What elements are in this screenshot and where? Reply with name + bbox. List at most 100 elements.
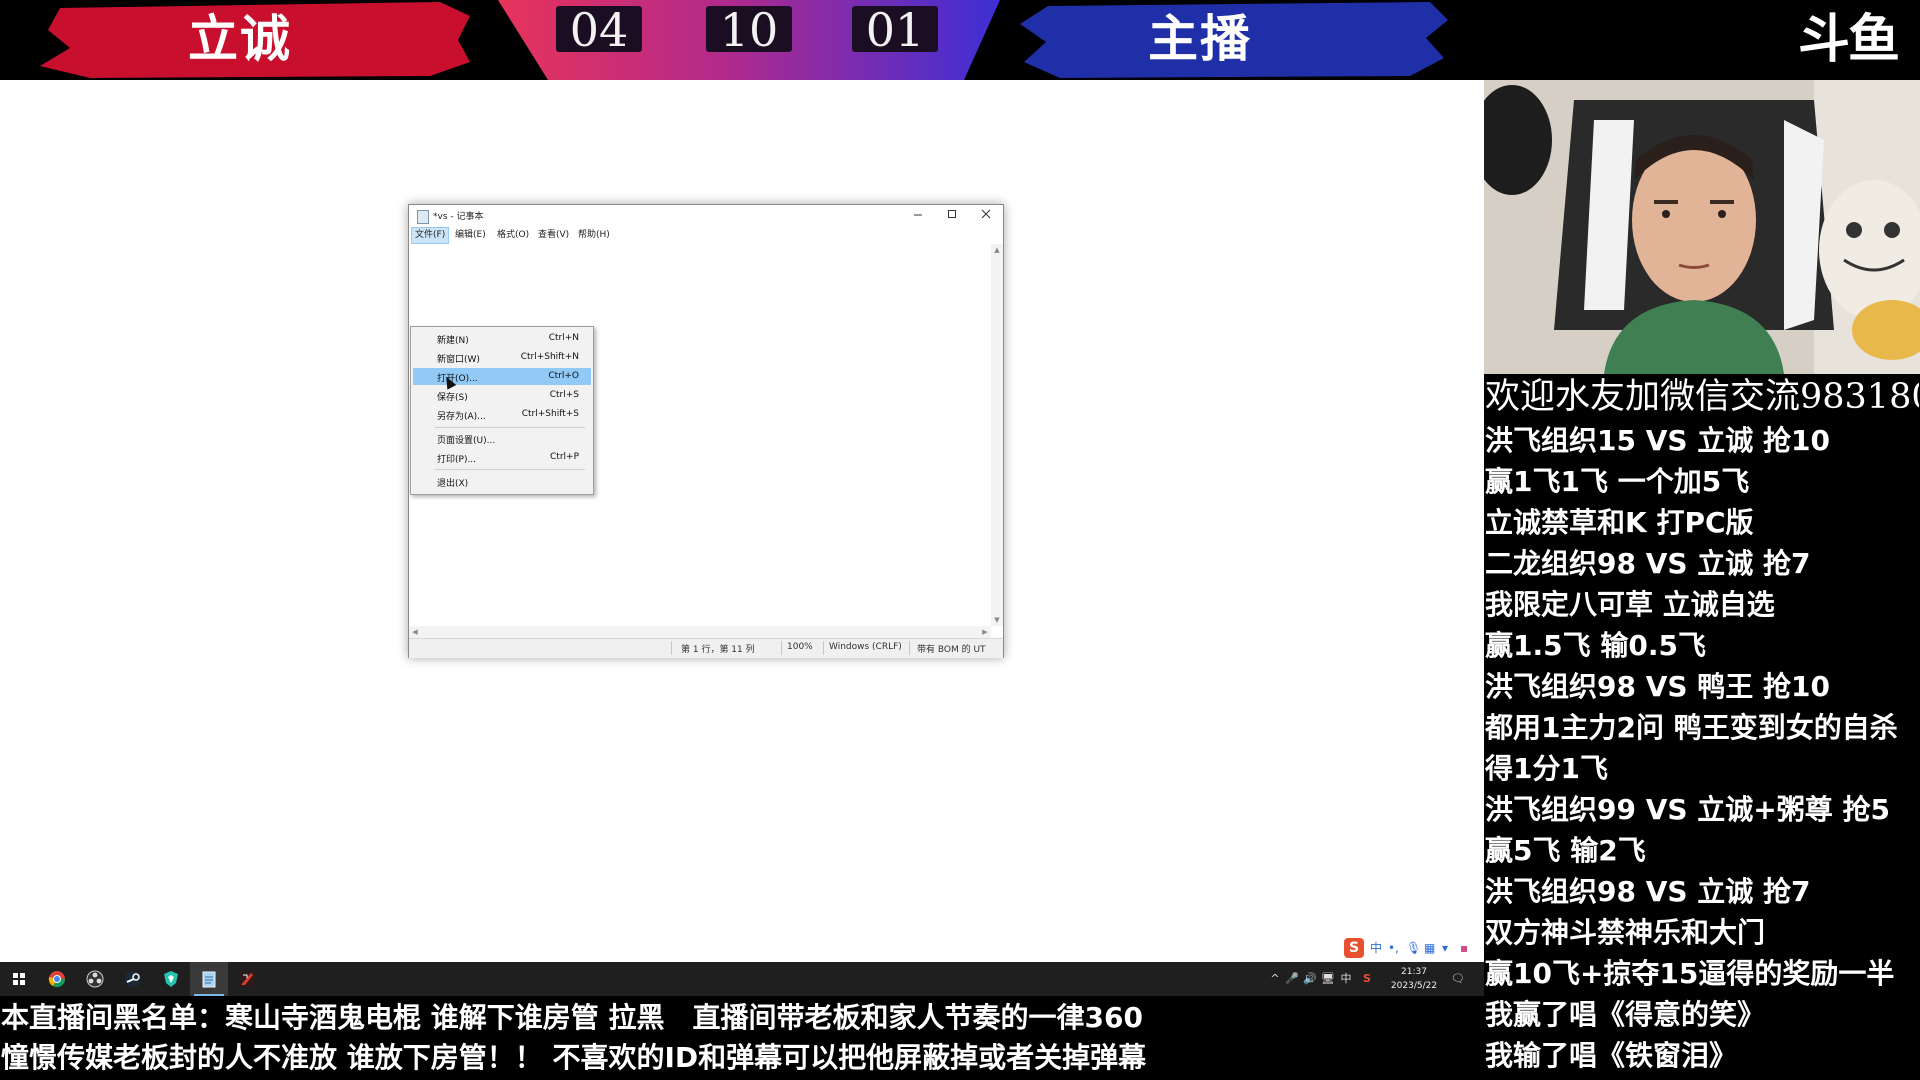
rule-line: 赢1飞1飞 一个加5飞 [1485, 465, 1750, 498]
horizontal-scrollbar[interactable]: ◀ ▶ [409, 626, 991, 638]
obs-icon [86, 970, 104, 988]
status-position: 第 1 行，第 11 列 [681, 645, 755, 655]
taskbar-chrome[interactable] [38, 962, 76, 996]
minimize-button[interactable] [901, 205, 935, 227]
streamer-webcam [1484, 80, 1920, 374]
rule-line: 立诚禁草和K 打PC版 [1485, 506, 1754, 539]
status-separator [781, 641, 782, 655]
score-left: 04 [556, 6, 642, 54]
rule-line: 我赢了唱《得意的笑》 [1485, 998, 1766, 1031]
score-right: 01 [852, 6, 938, 54]
windows-taskbar: ^ 🎤 🔊 🖥 中 S 21:37 2023/5/22 🗨 [0, 962, 1484, 996]
skin-icon[interactable]: ▾ [1442, 939, 1448, 957]
team-left-name: 立诚 [188, 10, 292, 68]
rule-line: 我限定八可草 立诚自选 [1485, 588, 1775, 621]
taskbar-obs[interactable] [76, 962, 114, 996]
tray-volume-icon[interactable]: 🔊 [1302, 962, 1318, 996]
team-right-name: 主播 [1148, 10, 1252, 68]
scroll-left-icon[interactable]: ◀ [409, 626, 421, 638]
keyboard-icon[interactable]: ▦ [1424, 939, 1435, 957]
menu-item-save-as[interactable]: 另存为(A)... Ctrl+Shift+S [413, 406, 591, 423]
maximize-button[interactable] [935, 205, 969, 227]
ime-toolbar: S 中 •, 🎙 ▦ ▾ ▪ [1342, 937, 1482, 959]
menu-item-new-window[interactable]: 新窗口(W) Ctrl+Shift+N [413, 349, 591, 366]
maximize-icon [948, 210, 956, 218]
rule-line: 洪飞组织15 VS 立诚 抢10 [1485, 424, 1831, 457]
taskbar-shield-app[interactable] [152, 962, 190, 996]
menu-item-exit[interactable]: 退出(X) [413, 473, 591, 490]
menu-item-print[interactable]: 打印(P)... Ctrl+P [413, 449, 591, 466]
menu-separator [435, 427, 585, 428]
status-separator [671, 641, 672, 655]
steam-icon [125, 971, 141, 987]
ime-punctuation-icon[interactable]: •, [1388, 939, 1399, 957]
ticker-line-1: 本直播间黑名单：寒山寺酒鬼电棍 谁解下谁房管 拉黑 直播间带老板和家人节奏的一律… [1, 1001, 1143, 1034]
sogou-ime-icon[interactable]: S [1344, 938, 1364, 958]
taskbar-clock[interactable]: 21:37 2023/5/22 [1383, 965, 1445, 993]
notepad-statusbar: 第 1 行，第 11 列 100% Windows (CRLF) 带有 BOM … [409, 638, 1003, 658]
ime-mode-chinese[interactable]: 中 [1370, 939, 1382, 957]
rule-line: 赢5飞 输2飞 [1485, 834, 1646, 867]
douyu-logo: 斗鱼 [1797, 10, 1900, 70]
chrome-icon [48, 971, 66, 988]
status-encoding: 带有 BOM 的 UT [917, 645, 986, 655]
rules-panel: 欢迎水友加微信交流9831803 洪飞组织15 VS 立诚 抢10 赢1飞1飞 … [1484, 374, 1920, 1080]
taskbar-game[interactable] [228, 962, 266, 996]
apps-grid-icon[interactable]: ▪ [1460, 939, 1468, 957]
clock-date: 2023/5/22 [1390, 981, 1438, 991]
rules-title: 欢迎水友加微信交流9831803 [1485, 377, 1919, 417]
tray-network-icon[interactable]: 🖥 [1320, 962, 1336, 996]
tray-expand-icon[interactable]: ^ [1268, 962, 1282, 996]
menu-format[interactable]: 格式(O) [494, 228, 532, 243]
rule-line: 双方神斗禁神乐和大门 [1485, 916, 1766, 949]
scroll-down-icon[interactable]: ▼ [991, 614, 1003, 626]
rule-line: 洪飞组织98 VS 鸭王 抢10 [1485, 670, 1831, 703]
menu-item-open[interactable]: 打开(O)... Ctrl+O [413, 368, 591, 385]
scroll-up-icon[interactable]: ▲ [991, 244, 1003, 256]
menu-edit[interactable]: 编辑(E) [452, 228, 489, 243]
rule-line: 都用1主力2问 鸭王变到女的自杀 [1485, 711, 1898, 744]
game-app-icon [239, 971, 255, 987]
clock-time: 21:37 [1401, 967, 1427, 977]
rule-line: 得1分1飞 [1485, 752, 1608, 785]
microphone-icon[interactable]: 🎙 [1406, 939, 1421, 957]
notepad-app-icon [202, 971, 216, 988]
menu-separator [435, 469, 585, 470]
status-separator [823, 641, 824, 655]
tray-microphone-icon[interactable]: 🎤 [1284, 962, 1300, 996]
status-zoom: 100% [787, 642, 813, 652]
menu-item-new[interactable]: 新建(N) Ctrl+N [413, 330, 591, 347]
taskbar-steam[interactable] [114, 962, 152, 996]
menu-item-save[interactable]: 保存(S) Ctrl+S [413, 387, 591, 404]
close-icon [981, 209, 991, 219]
menu-file[interactable]: 文件(F) [411, 227, 450, 244]
menu-view[interactable]: 查看(V) [535, 228, 572, 243]
taskbar-notepad[interactable] [190, 962, 228, 996]
rule-line: 我输了唱《铁窗泪》 [1485, 1039, 1738, 1072]
rule-line: 洪飞组织98 VS 立诚 抢7 [1485, 875, 1811, 908]
shield-app-icon [164, 971, 178, 987]
rule-line: 赢1.5飞 输0.5飞 [1485, 629, 1706, 662]
vertical-scrollbar[interactable]: ▲ ▼ [991, 244, 1003, 626]
score-round: 10 [706, 6, 792, 54]
tray-language[interactable]: 中 [1338, 962, 1354, 996]
start-button[interactable] [0, 962, 38, 996]
rule-line: 赢10飞+掠夺15逼得的奖励一半 [1485, 957, 1895, 990]
notepad-menubar: 文件(F) 编辑(E) 格式(O) 查看(V) 帮助(H) [409, 227, 1003, 244]
notepad-titlebar[interactable]: *vs - 记事本 [409, 205, 1003, 227]
tray-sogou-icon[interactable]: S [1358, 962, 1376, 996]
notepad-title: *vs - 记事本 [433, 212, 484, 222]
scoreboard: 立诚 04 10 01 主播 斗鱼 [0, 0, 1920, 80]
close-button[interactable] [969, 205, 1003, 227]
scroll-right-icon[interactable]: ▶ [979, 626, 991, 638]
minimize-icon [914, 214, 922, 216]
notification-icon[interactable]: 🗨 [1448, 962, 1468, 996]
rule-line: 洪飞组织99 VS 立诚+粥尊 抢5 [1485, 793, 1890, 826]
rule-line: 二龙组织98 VS 立诚 抢7 [1485, 547, 1811, 580]
file-dropdown-menu: 新建(N) Ctrl+N 新窗口(W) Ctrl+Shift+N 打开(O)..… [410, 326, 594, 495]
menu-item-page-setup[interactable]: 页面设置(U)... [413, 430, 591, 447]
webcam-image [1484, 80, 1920, 374]
status-separator [909, 641, 910, 655]
menu-help[interactable]: 帮助(H) [575, 228, 613, 243]
blacklist-ticker: 本直播间黑名单：寒山寺酒鬼电棍 谁解下谁房管 拉黑 直播间带老板和家人节奏的一律… [0, 996, 1484, 1080]
